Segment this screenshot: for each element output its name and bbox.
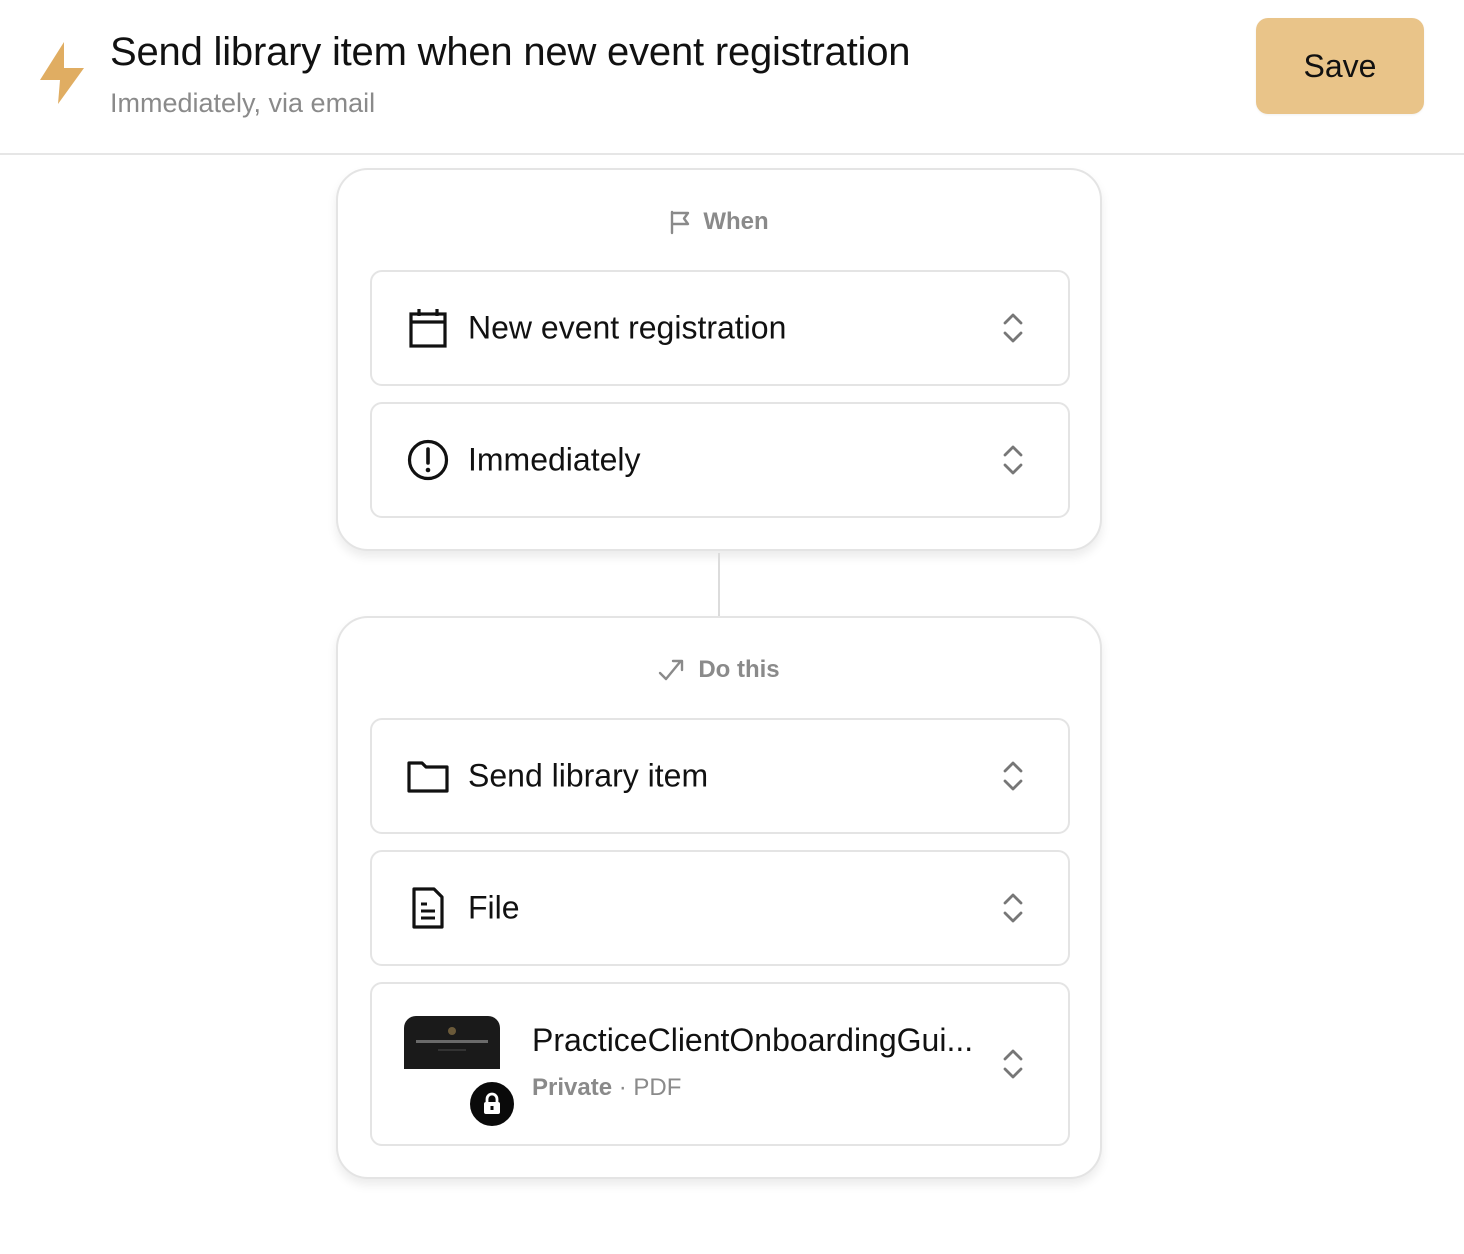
document-icon xyxy=(412,887,444,929)
lightning-bolt-icon xyxy=(40,42,84,104)
chevron-up-down-icon xyxy=(1003,761,1023,791)
trigger-label: New event registration xyxy=(468,309,787,346)
page-subtitle: Immediately, via email xyxy=(110,88,376,118)
when-heading-label: When xyxy=(703,208,769,235)
action-label: Send library item xyxy=(468,757,709,794)
folder-icon xyxy=(407,761,449,793)
calendar-icon xyxy=(409,309,447,348)
do-this-heading-label: Do this xyxy=(698,656,780,683)
when-card-heading: When xyxy=(338,202,1100,242)
timing-select[interactable]: Immediately xyxy=(370,402,1070,518)
timing-label: Immediately xyxy=(468,441,641,478)
trigger-select[interactable]: New event registration xyxy=(370,270,1070,386)
item-type-select[interactable]: File xyxy=(370,850,1070,966)
file-meta: Private · PDF xyxy=(532,1074,681,1102)
alert-circle-icon xyxy=(407,439,449,481)
item-type-label: File xyxy=(468,889,520,926)
file-visibility: Private xyxy=(532,1074,613,1101)
page-title: Send library item when new event registr… xyxy=(110,30,911,74)
route-arrow-icon xyxy=(659,659,684,681)
lock-icon xyxy=(468,1080,516,1128)
meta-separator: · xyxy=(618,1074,627,1101)
file-select[interactable]: PracticeClientOnboardingGui... Private ·… xyxy=(370,982,1070,1146)
chevron-up-down-icon xyxy=(1003,313,1023,343)
action-select[interactable]: Send library item xyxy=(370,718,1070,834)
file-format: PDF xyxy=(633,1074,682,1101)
file-thumbnail xyxy=(404,1016,500,1069)
file-name: PracticeClientOnboardingGui... xyxy=(532,1022,974,1058)
do-this-card: Do this Send library item File PracticeC… xyxy=(336,616,1102,1179)
chevron-up-down-icon xyxy=(1003,1049,1023,1079)
flag-icon xyxy=(671,210,690,235)
flow-connector xyxy=(718,553,720,616)
chevron-up-down-icon xyxy=(1003,445,1023,475)
page-header: Send library item when new event registr… xyxy=(0,0,1464,155)
chevron-up-down-icon xyxy=(1003,893,1023,923)
do-this-card-heading: Do this xyxy=(338,650,1100,690)
save-button[interactable]: Save xyxy=(1256,18,1424,114)
when-card: When New event registration Immediately xyxy=(336,168,1102,551)
